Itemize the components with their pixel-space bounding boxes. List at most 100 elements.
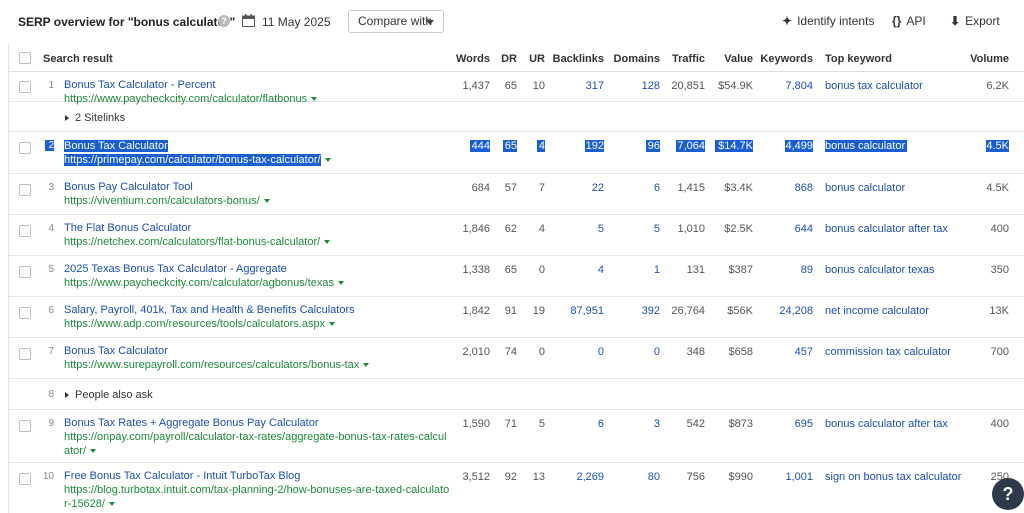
result-title-link[interactable]: 2025 Texas Bonus Tax Calculator - Aggreg… [64,263,287,275]
row-checkbox[interactable] [19,348,31,360]
identify-intents-button[interactable]: ✦ Identify intents [782,14,874,28]
backlinks-link[interactable]: 6 [549,418,604,430]
domains-link[interactable]: 1 [609,264,660,276]
domains-link[interactable]: 392 [609,305,660,317]
backlinks-link[interactable]: 2,269 [549,471,604,483]
row-checkbox[interactable] [19,420,31,432]
backlinks-link[interactable]: 22 [549,182,604,194]
row-rank: 9 [48,418,54,429]
result-title-link[interactable]: Bonus Tax Rates + Aggregate Bonus Pay Ca… [64,417,318,429]
traffic-value: 26,764 [671,305,705,317]
calendar-icon[interactable] [242,14,255,27]
result-url-link[interactable]: https://www.adp.com/resources/tools/calc… [64,318,336,330]
domains-link[interactable]: 3 [609,418,660,430]
col-top-keyword[interactable]: Top keyword [825,53,892,65]
keywords-link[interactable]: 868 [757,182,813,194]
keywords-link[interactable]: 457 [757,346,813,358]
top-keyword-link[interactable]: bonus calculator after tax [825,418,948,430]
backlinks-link[interactable]: 5 [549,223,604,235]
date-selector[interactable]: 11 May 2025 [262,15,331,29]
col-backlinks[interactable]: Backlinks [549,53,604,65]
domains-link[interactable]: 0 [609,346,660,358]
result-title-link[interactable]: Bonus Tax Calculator [64,345,168,357]
result-url-link[interactable]: https://onpay.com/payroll/calculator-tax… [64,431,447,443]
top-keyword-link[interactable]: bonus calculator [825,182,905,194]
keywords-link[interactable]: 644 [757,223,813,235]
keywords-link[interactable]: 695 [757,418,813,430]
domains-link[interactable]: 5 [609,223,660,235]
row-checkbox[interactable] [19,184,31,196]
sitelinks-toggle[interactable]: 2 Sitelinks [65,112,125,124]
backlinks-link[interactable]: 317 [549,80,604,92]
domains-link[interactable]: 80 [609,471,660,483]
people-also-ask-row[interactable]: 8 People also ask [9,379,1024,410]
top-keyword-link[interactable]: commission tax calculator [825,346,951,358]
col-dr[interactable]: DR [493,53,517,65]
domains-link[interactable]: 96 [646,140,660,152]
backlinks-link[interactable]: 4 [549,264,604,276]
keywords-link[interactable]: 89 [757,264,813,276]
col-search-result[interactable]: Search result [43,53,113,65]
row-checkbox[interactable] [19,307,31,319]
keywords-link[interactable]: 4,499 [785,140,813,152]
col-keywords[interactable]: Keywords [757,53,813,65]
export-button[interactable]: ⬇ Export [950,14,1000,28]
row-checkbox[interactable] [19,81,31,93]
result-url-link-continued[interactable]: r-15628/ [64,498,115,510]
row-checkbox[interactable] [19,142,31,154]
domains-link[interactable]: 128 [609,80,660,92]
result-url-link[interactable]: https://blog.turbotax.intuit.com/tax-pla… [64,484,449,496]
chevron-down-icon [324,158,331,163]
backlinks-link[interactable]: 192 [585,140,604,152]
traffic-value: 20,851 [671,80,705,92]
col-words[interactable]: Words [439,53,490,65]
col-ur[interactable]: UR [521,53,545,65]
top-keyword-link[interactable]: bonus calculator texas [825,264,934,276]
row-checkbox[interactable] [19,225,31,237]
sparkle-icon: ✦ [782,14,793,28]
table-row: 10 Free Bonus Tax Calculator - Intuit Tu… [9,463,1024,513]
col-traffic[interactable]: Traffic [663,53,705,65]
value-value: $658 [728,346,753,358]
row-rank: 3 [48,182,54,193]
col-domains[interactable]: Domains [609,53,660,65]
top-keyword-link[interactable]: net income calculator [825,305,929,317]
top-keyword-link[interactable]: bonus tax calculator [825,80,923,92]
domains-link[interactable]: 6 [609,182,660,194]
help-chat-button[interactable]: ? [992,478,1024,510]
result-title-link[interactable]: The Flat Bonus Calculator [64,222,191,234]
result-url-link[interactable]: https://viventium.com/calculators-bonus/ [64,195,270,207]
result-title-link[interactable]: Free Bonus Tax Calculator - Intuit Turbo… [64,470,300,482]
result-url-link-continued[interactable]: ator/ [64,445,97,457]
sitelinks-row[interactable]: 2 Sitelinks [9,102,1024,132]
top-keyword-link[interactable]: bonus calculator [825,140,907,152]
keywords-link[interactable]: 24,208 [757,305,813,317]
result-url-link[interactable]: https://netchex.com/calculators/flat-bon… [64,236,331,248]
result-url-link[interactable]: https://primepay.com/calculator/bonus-ta… [64,154,331,166]
top-keyword-link[interactable]: sign on bonus tax calculator [825,471,961,483]
result-title-link[interactable]: Bonus Tax Calculator - Percent [64,79,215,91]
keywords-link[interactable]: 7,804 [757,80,813,92]
backlinks-link[interactable]: 0 [549,346,604,358]
row-rank: 10 [42,471,54,482]
keywords-link[interactable]: 1,001 [757,471,813,483]
top-keyword-link[interactable]: bonus calculator after tax [825,223,948,235]
help-icon[interactable]: ? [218,15,230,27]
value-value: $3.4K [724,182,753,194]
result-url-link[interactable]: https://www.paycheckcity.com/calculator/… [64,277,345,289]
compare-with-button[interactable]: Compare with [348,10,444,33]
result-title-link[interactable]: Salary, Payroll, 401k, Tax and Health & … [64,304,355,316]
people-also-ask-toggle[interactable]: People also ask [65,389,153,401]
value-value: $2.5K [724,223,753,235]
col-volume[interactable]: Volume [959,53,1009,65]
row-checkbox[interactable] [19,473,31,485]
result-url-link[interactable]: https://www.surepayroll.com/resources/ca… [64,359,370,371]
expand-icon [65,392,69,399]
result-title-link[interactable]: Bonus Pay Calculator Tool [64,181,193,193]
col-value[interactable]: Value [709,53,753,65]
api-button[interactable]: {} API [892,14,926,28]
row-checkbox[interactable] [19,266,31,278]
result-title-link[interactable]: Bonus Tax Calculator [64,140,168,152]
select-all-checkbox[interactable] [19,52,31,64]
backlinks-link[interactable]: 87,951 [549,305,604,317]
